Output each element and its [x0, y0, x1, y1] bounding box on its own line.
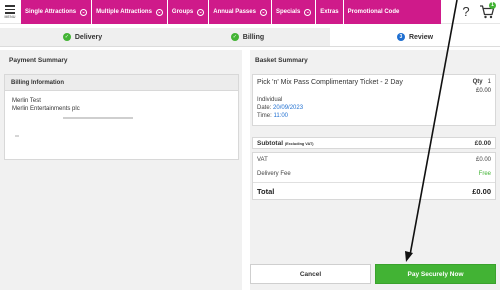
help-button[interactable]: ? [459, 4, 473, 20]
item-time: Time: 11:00 [257, 113, 288, 119]
total-label: Total [257, 187, 275, 196]
redacted-address-mark [15, 135, 19, 137]
divider [0, 46, 500, 47]
nav-item-annual-passes[interactable]: Annual Passes ⌄ [209, 0, 272, 24]
step-review: 3 Review [330, 28, 500, 46]
menu-button[interactable]: MENU [0, 0, 20, 24]
delivery-fee-row: Delivery Fee Free [257, 171, 491, 177]
pay-securely-now-button[interactable]: Pay Securely Now [375, 264, 496, 284]
chevron-down-icon: ⌄ [197, 8, 205, 16]
qty-value: 1 [487, 79, 491, 85]
top-bar: MENU Single Attractions ⌄ Multiple Attra… [0, 0, 500, 24]
nav-item-specials[interactable]: Specials ⌄ [272, 0, 317, 24]
subtotal-text: Subtotal [257, 140, 283, 147]
subtotal-label: Subtotal (Excluding VAT) [257, 140, 314, 147]
date-label: Date: [257, 105, 272, 111]
billing-company: Merlin Entertainments plc [12, 106, 80, 112]
date-value: 20/09/2023 [273, 105, 304, 111]
chevron-down-icon: ⌄ [80, 8, 88, 16]
check-circle-icon: ✓ [62, 33, 71, 41]
nav-item-promotional-code[interactable]: Promotional Code [344, 0, 404, 24]
item-type: Individual [257, 97, 283, 103]
cart-count-badge: 1 [489, 2, 496, 9]
step-delivery[interactable]: ✓ Delivery [0, 28, 165, 46]
divider [253, 182, 495, 183]
delivery-fee-label: Delivery Fee [257, 171, 291, 177]
main-nav: Single Attractions ⌄ Multiple Attraction… [21, 0, 441, 24]
step-label: Billing [242, 33, 265, 41]
delivery-fee-value: Free [478, 171, 491, 177]
vat-value: £0.00 [475, 157, 491, 163]
time-label: Time: [257, 113, 272, 119]
step-number-badge: 3 [396, 33, 405, 41]
billing-information-card: Billing Information Merlin Test Merlin E… [4, 74, 239, 160]
nav-item-extras[interactable]: Extras [316, 0, 344, 24]
step-billing[interactable]: ✓ Billing [165, 28, 330, 46]
basket-item-card: Pick 'n' Mix Pass Complimentary Ticket -… [252, 74, 496, 126]
nav-item-single-attractions[interactable]: Single Attractions ⌄ [21, 0, 93, 24]
nav-item-label: Groups [171, 9, 194, 15]
chevron-down-icon: ⌄ [259, 8, 267, 16]
checkout-steps: ✓ Delivery ✓ Billing 3 Review [0, 28, 500, 46]
nav-item-groups[interactable]: Groups ⌄ [168, 0, 210, 24]
step-label: Delivery [74, 33, 103, 41]
vat-label: VAT [257, 157, 268, 163]
chevron-down-icon: ⌄ [304, 8, 312, 16]
nav-item-multiple-attractions[interactable]: Multiple Attractions ⌄ [92, 0, 168, 24]
totals-card: VAT £0.00 Delivery Fee Free Total £0.00 [252, 152, 496, 200]
nav-item-label: Annual Passes [213, 9, 256, 15]
total-value: £0.00 [472, 187, 491, 196]
subtotal-value: £0.00 [474, 140, 491, 147]
total-row: Total £0.00 [257, 187, 491, 196]
item-name: Pick 'n' Mix Pass Complimentary Ticket -… [257, 79, 403, 86]
redacted-address-line [63, 117, 133, 119]
nav-item-label: Single Attractions [25, 9, 77, 15]
hamburger-icon [5, 5, 15, 14]
cancel-button[interactable]: Cancel [250, 264, 371, 284]
payment-summary-title: Payment Summary [9, 57, 68, 64]
item-quantity: Qty 1 [473, 79, 491, 85]
qty-label: Qty [472, 79, 483, 85]
billing-information-heading: Billing Information [5, 75, 238, 91]
cart-button[interactable]: 1 [479, 2, 496, 20]
basket-summary-title: Basket Summary [255, 57, 308, 64]
time-value: 11:00 [273, 113, 289, 119]
subtotal-note: (Excluding VAT) [284, 142, 314, 146]
menu-label: MENU [4, 14, 16, 19]
chevron-down-icon: ⌄ [155, 8, 163, 16]
item-price: £0.00 [475, 88, 491, 94]
nav-item-label: Extras [320, 9, 339, 15]
check-circle-icon: ✓ [230, 33, 239, 41]
nav-item-label: Promotional Code [347, 9, 400, 15]
subtotal-row: Subtotal (Excluding VAT) £0.00 [252, 137, 496, 149]
item-date: Date: 20/09/2023 [257, 105, 303, 111]
step-label: Review [408, 33, 434, 41]
billing-name: Merlin Test [12, 98, 41, 104]
nav-item-label: Specials [275, 9, 301, 15]
vat-row: VAT £0.00 [257, 157, 491, 163]
nav-item-label: Multiple Attractions [96, 9, 152, 15]
